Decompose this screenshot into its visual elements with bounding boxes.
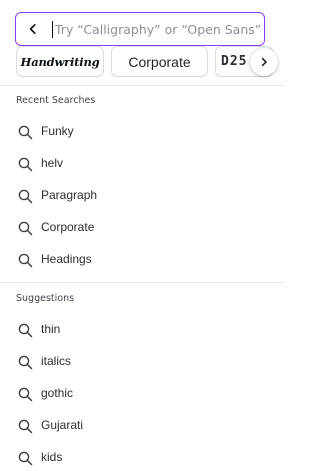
recent-search-label: Headings (41, 252, 92, 266)
recent-searches-title: Recent Searches (16, 95, 96, 106)
search-icon (18, 419, 33, 434)
search-icon (18, 355, 33, 370)
chip-corporate[interactable]: Corporate (111, 46, 208, 77)
font-search-box[interactable] (15, 12, 265, 46)
filter-chips: Handwriting Corporate D25 (16, 46, 284, 77)
suggestion-label: Gujarati (41, 418, 84, 432)
suggestion-item[interactable]: thin (0, 314, 284, 346)
search-icon (18, 451, 33, 466)
chevron-left-icon (29, 24, 36, 34)
recent-search-item[interactable]: Corporate (0, 212, 284, 244)
chip-handwriting[interactable]: Handwriting (16, 46, 104, 77)
back-button[interactable] (16, 14, 50, 45)
search-icon (18, 221, 33, 236)
recent-search-item[interactable]: Funky (0, 116, 284, 148)
suggestion-label: thin (41, 322, 61, 336)
search-icon (18, 387, 33, 402)
suggestions-title: Suggestions (16, 293, 75, 304)
recent-search-label: helv (41, 156, 64, 170)
chevron-right-icon (261, 57, 267, 67)
suggestion-item[interactable]: gothic (0, 378, 284, 410)
divider (0, 282, 284, 283)
search-icon (18, 189, 33, 204)
suggestion-item[interactable]: italics (0, 346, 284, 378)
divider (0, 85, 284, 86)
suggestion-label: gothic (41, 386, 74, 400)
search-icon (18, 253, 33, 268)
search-icon (18, 323, 33, 338)
recent-search-label: Funky (41, 124, 74, 138)
recent-search-label: Corporate (41, 220, 95, 234)
suggestion-label: italics (41, 354, 72, 368)
search-icon (18, 125, 33, 140)
recent-search-item[interactable]: helv (0, 148, 284, 180)
suggestion-item[interactable]: Gujarati (0, 410, 284, 442)
search-icon (18, 157, 33, 172)
suggestion-item[interactable]: kids (0, 442, 284, 471)
chips-next-button[interactable] (250, 48, 278, 76)
recent-search-label: Paragraph (41, 188, 98, 202)
search-input[interactable] (53, 13, 264, 45)
suggestion-label: kids (41, 450, 63, 464)
recent-search-item[interactable]: Paragraph (0, 180, 284, 212)
recent-search-item[interactable]: Headings (0, 244, 284, 276)
